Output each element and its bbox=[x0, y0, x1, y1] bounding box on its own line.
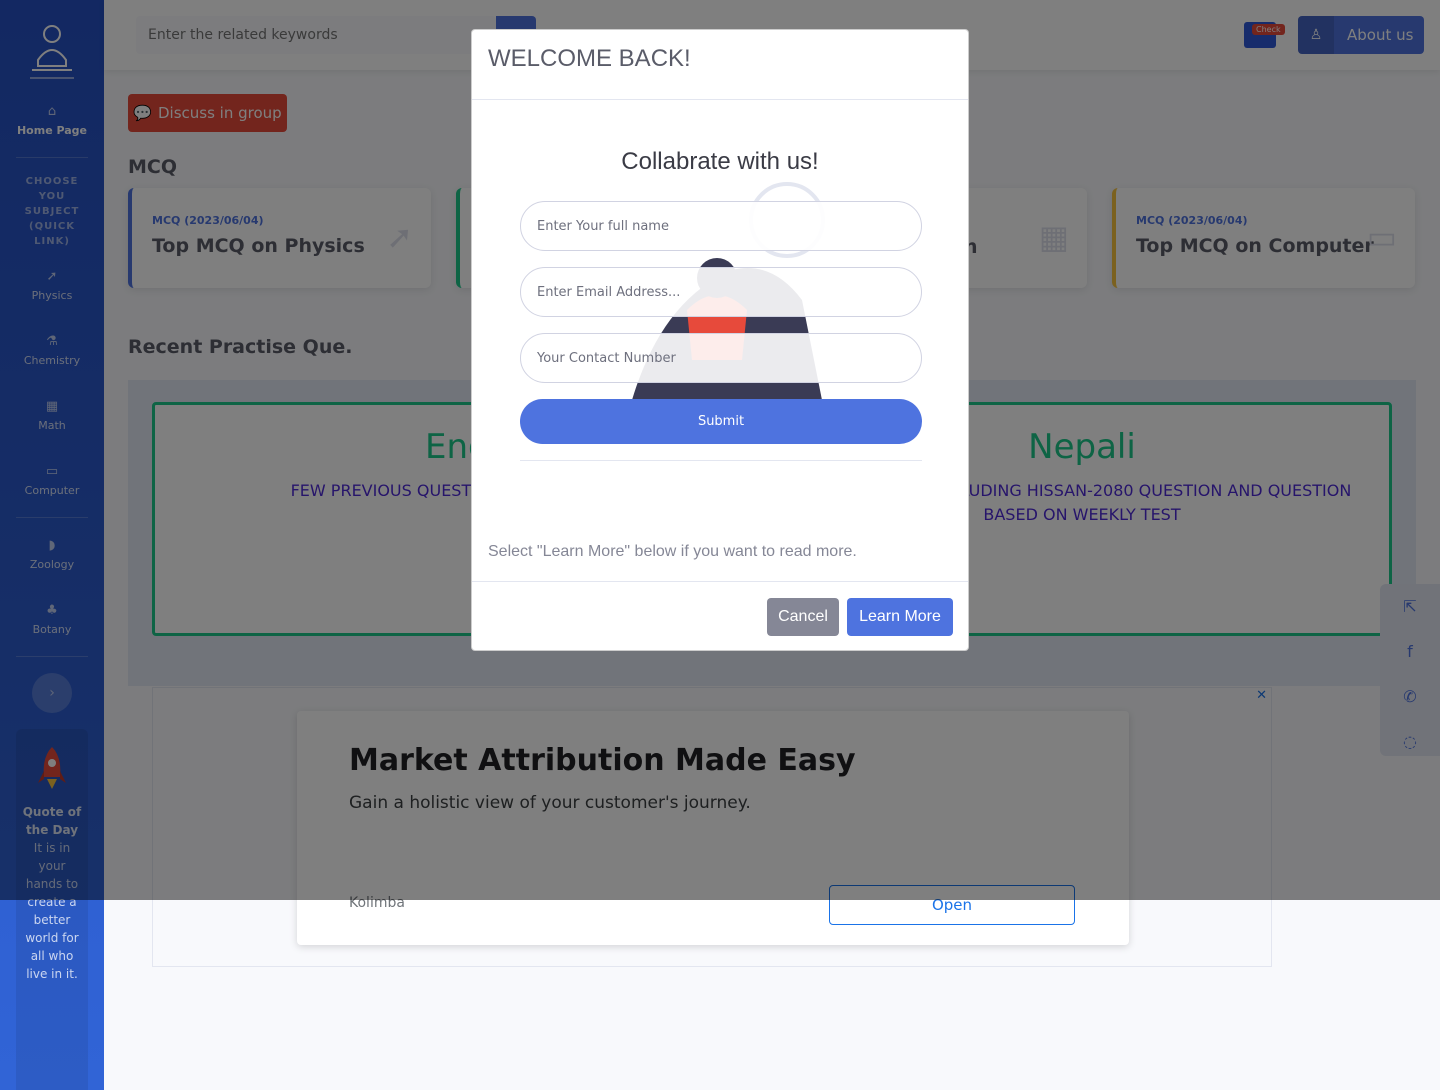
modal-note: Select "Learn More" below if you want to… bbox=[488, 543, 857, 560]
form-title: Collabrate with us! bbox=[621, 148, 819, 175]
email-field[interactable]: Enter Email Address... bbox=[520, 267, 922, 317]
modal-footer: Cancel Learn More bbox=[472, 581, 968, 650]
modal-title: WELCOME BACK! bbox=[488, 45, 691, 72]
welcome-modal: WELCOME BACK! Collabrate with us! Enter … bbox=[471, 29, 969, 651]
full-name-field[interactable]: Enter Your full name bbox=[520, 201, 922, 251]
modal-header: WELCOME BACK! bbox=[472, 30, 968, 100]
contact-number-field[interactable]: Your Contact Number bbox=[520, 333, 922, 383]
submit-button[interactable]: Submit bbox=[520, 399, 922, 444]
cancel-button[interactable]: Cancel bbox=[767, 598, 839, 636]
modal-body: Collabrate with us! Enter Your full name… bbox=[472, 100, 968, 582]
learn-more-button[interactable]: Learn More bbox=[847, 598, 953, 636]
form-divider bbox=[520, 460, 922, 461]
